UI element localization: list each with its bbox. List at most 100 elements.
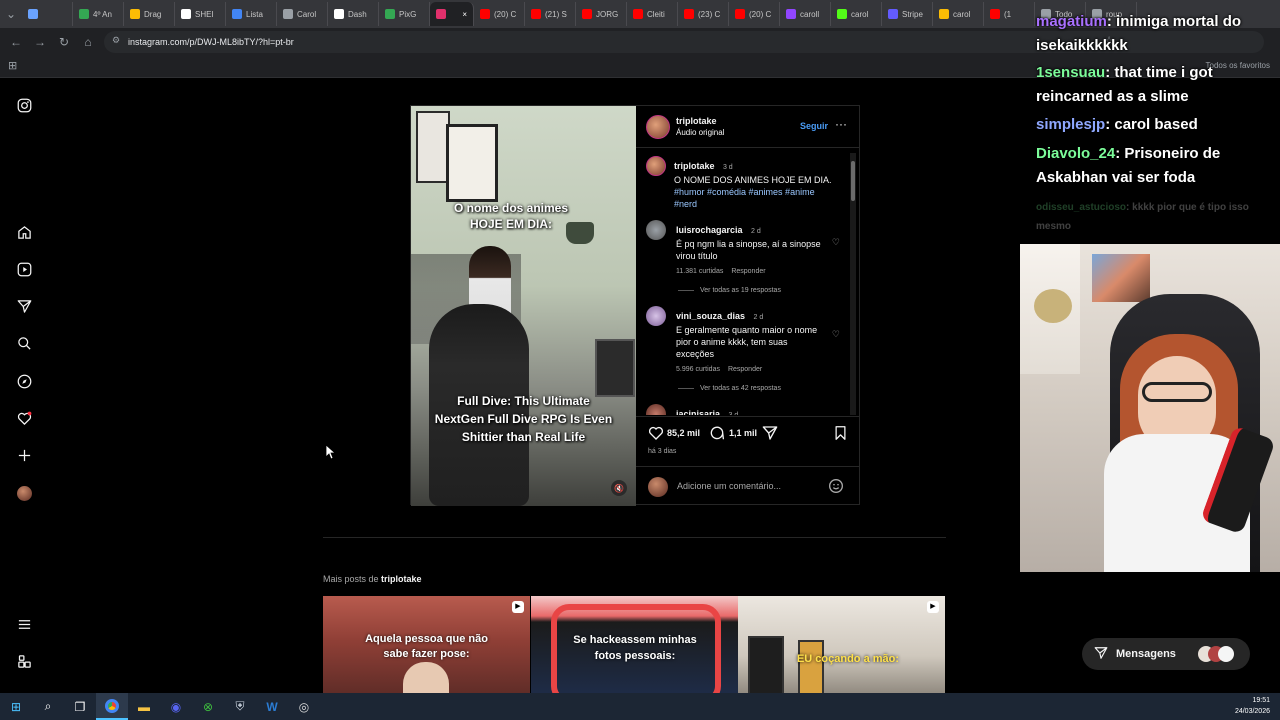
comment-likes[interactable]: 5.996 curtidas [676, 366, 720, 373]
obs-icon[interactable]: ◎ [288, 693, 320, 720]
comment-text: É pq ngm lia a sinopse, aí a sinopse vir… [676, 239, 821, 261]
xbox-icon[interactable]: ⊗ [192, 693, 224, 720]
browser-tab[interactable]: Lista [226, 2, 277, 26]
caption-text: O NOME DOS ANIMES HOJE EM DIA. [674, 175, 832, 185]
emoji-icon[interactable] [828, 478, 844, 499]
more-post-thumb-3[interactable]: ▶ EU coçando a mão: [738, 596, 945, 693]
direct-messages-icon[interactable] [14, 296, 34, 316]
browser-tab[interactable]: Stripe [882, 2, 933, 26]
messages-avatars [1198, 646, 1234, 662]
browser-tab[interactable]: JORG [576, 2, 627, 26]
task-view-icon[interactable]: ❐ [64, 693, 96, 720]
browser-tab[interactable]: (23) C [678, 2, 729, 26]
comment-avatar-2[interactable] [646, 306, 666, 326]
instagram-logo-icon[interactable] [14, 95, 34, 115]
word-icon[interactable]: W [256, 693, 288, 720]
taskbar-clock[interactable]: 19:51 24/03/2026 [1235, 695, 1270, 717]
reply-button[interactable]: Responder [731, 268, 765, 275]
caption-hashtags[interactable]: #humor #comédia #animes #anime #nerd [674, 186, 834, 210]
audio-label[interactable]: Áudio original [676, 128, 724, 137]
author-avatar[interactable] [646, 115, 670, 139]
scrollbar-thumb[interactable] [851, 161, 855, 201]
browser-tab[interactable]: (20) C [474, 2, 525, 26]
discord-icon[interactable]: ◉ [160, 693, 192, 720]
view-replies-link[interactable]: Ver todas as 42 respostas [676, 385, 826, 392]
view-replies-link[interactable]: Ver todas as 19 respostas [676, 287, 826, 294]
reels-icon[interactable] [14, 259, 34, 279]
notifications-heart-icon[interactable] [14, 408, 34, 428]
comment-username[interactable]: jacinisaria [676, 409, 720, 415]
more-options-icon[interactable]: ··· [835, 117, 847, 131]
comment-like-icon[interactable]: ♡ [832, 237, 840, 248]
comment-username[interactable]: vini_souza_dias [676, 311, 745, 321]
browser-tab[interactable]: Drag [124, 2, 175, 26]
browser-tab[interactable]: Dash [328, 2, 379, 26]
like-count[interactable]: 85,2 mil [667, 428, 700, 438]
browser-tab[interactable]: PixG [379, 2, 430, 26]
browser-tab[interactable]: 4º An [73, 2, 124, 26]
posted-time[interactable]: há 3 dias [648, 448, 676, 455]
forward-icon[interactable]: → [28, 30, 52, 54]
start-windows-icon[interactable]: ⊞ [0, 693, 32, 720]
reload-icon[interactable]: ↻ [52, 30, 76, 54]
caption-username[interactable]: triplotake [674, 161, 715, 171]
browser-tab[interactable]: Carol [277, 2, 328, 26]
clock-date: 24/03/2026 [1234, 708, 1270, 715]
share-icon[interactable] [762, 425, 778, 446]
comment-username[interactable]: luisrochagarcia [676, 225, 743, 235]
more-post-thumb-1[interactable]: ▶ Aquela pessoa que não sabe fazer pose: [323, 596, 530, 693]
explore-compass-icon[interactable] [14, 371, 34, 391]
browser-tab[interactable]: carol [831, 2, 882, 26]
more-posts-username[interactable]: triplotake [381, 574, 422, 584]
browser-tab[interactable]: × [430, 2, 474, 26]
chat-username: 1sensuau [1036, 64, 1106, 81]
post-details: triplotake Áudio original Seguir ··· tri… [636, 106, 860, 506]
site-info-icon[interactable]: ⚙ [112, 35, 120, 46]
browser-tab[interactable]: carol [933, 2, 984, 26]
browser-tab[interactable]: (1 [984, 2, 1035, 26]
back-icon[interactable]: ← [4, 30, 28, 54]
menu-hamburger-icon[interactable] [14, 614, 34, 634]
caption-author-avatar[interactable] [646, 156, 666, 176]
home-nav-icon[interactable] [14, 222, 34, 242]
mute-icon[interactable]: 🔇 [611, 480, 627, 496]
taskbar-search-icon[interactable]: ⌕ [32, 693, 64, 720]
also-from-meta-icon[interactable] [14, 651, 34, 671]
browser-tab[interactable]: Cleiti [627, 2, 678, 26]
browser-tab[interactable] [22, 2, 73, 26]
home-icon[interactable]: ⌂ [76, 30, 100, 54]
search-icon[interactable] [14, 333, 34, 353]
tab-search-icon[interactable]: ⌄ [0, 2, 22, 26]
browser-tab[interactable]: caroll [780, 2, 831, 26]
comment-count[interactable]: 1,1 mil [729, 428, 757, 438]
comment-like-icon[interactable]: ♡ [832, 329, 840, 340]
comments-scrollbar[interactable] [850, 153, 856, 415]
comment-likes[interactable]: 11.381 curtidas [676, 268, 723, 275]
tab-close-icon[interactable]: × [462, 10, 467, 19]
reel-video[interactable]: O nome dos animes HOJE EM DIA: Full Dive… [411, 106, 636, 506]
follow-button[interactable]: Seguir [800, 121, 828, 131]
author-username[interactable]: triplotake [676, 116, 717, 126]
tab-label: (20) C [494, 9, 517, 19]
chat-message: odisseu_astucioso: kkkk pior que é tipo … [1036, 198, 1276, 236]
tab-label: JORG [596, 9, 619, 19]
browser-tab[interactable]: (20) C [729, 2, 780, 26]
comment-icon[interactable] [709, 425, 725, 446]
more-post-thumb-2[interactable]: Se hackeassem minhas fotos pessoais: [531, 596, 738, 693]
like-icon[interactable] [648, 425, 664, 446]
comment-avatar-1[interactable] [646, 220, 666, 240]
chrome-icon[interactable] [96, 693, 128, 720]
tab-label: carol [851, 9, 869, 19]
browser-tab[interactable]: (21) S [525, 2, 576, 26]
save-bookmark-icon[interactable] [833, 425, 848, 446]
browser-tab[interactable]: SHEI [175, 2, 226, 26]
add-comment-input[interactable]: Adicione um comentário... [677, 481, 781, 491]
file-explorer-icon[interactable]: ▬ [128, 693, 160, 720]
shield-icon[interactable]: ⛨ [224, 693, 256, 720]
create-plus-icon[interactable] [14, 445, 34, 465]
apps-icon[interactable]: ⊞ [8, 59, 17, 72]
comment-avatar-3[interactable] [646, 404, 666, 415]
reply-button[interactable]: Responder [728, 366, 762, 373]
profile-avatar[interactable] [14, 483, 34, 503]
messages-button[interactable]: Mensagens [1082, 638, 1250, 670]
